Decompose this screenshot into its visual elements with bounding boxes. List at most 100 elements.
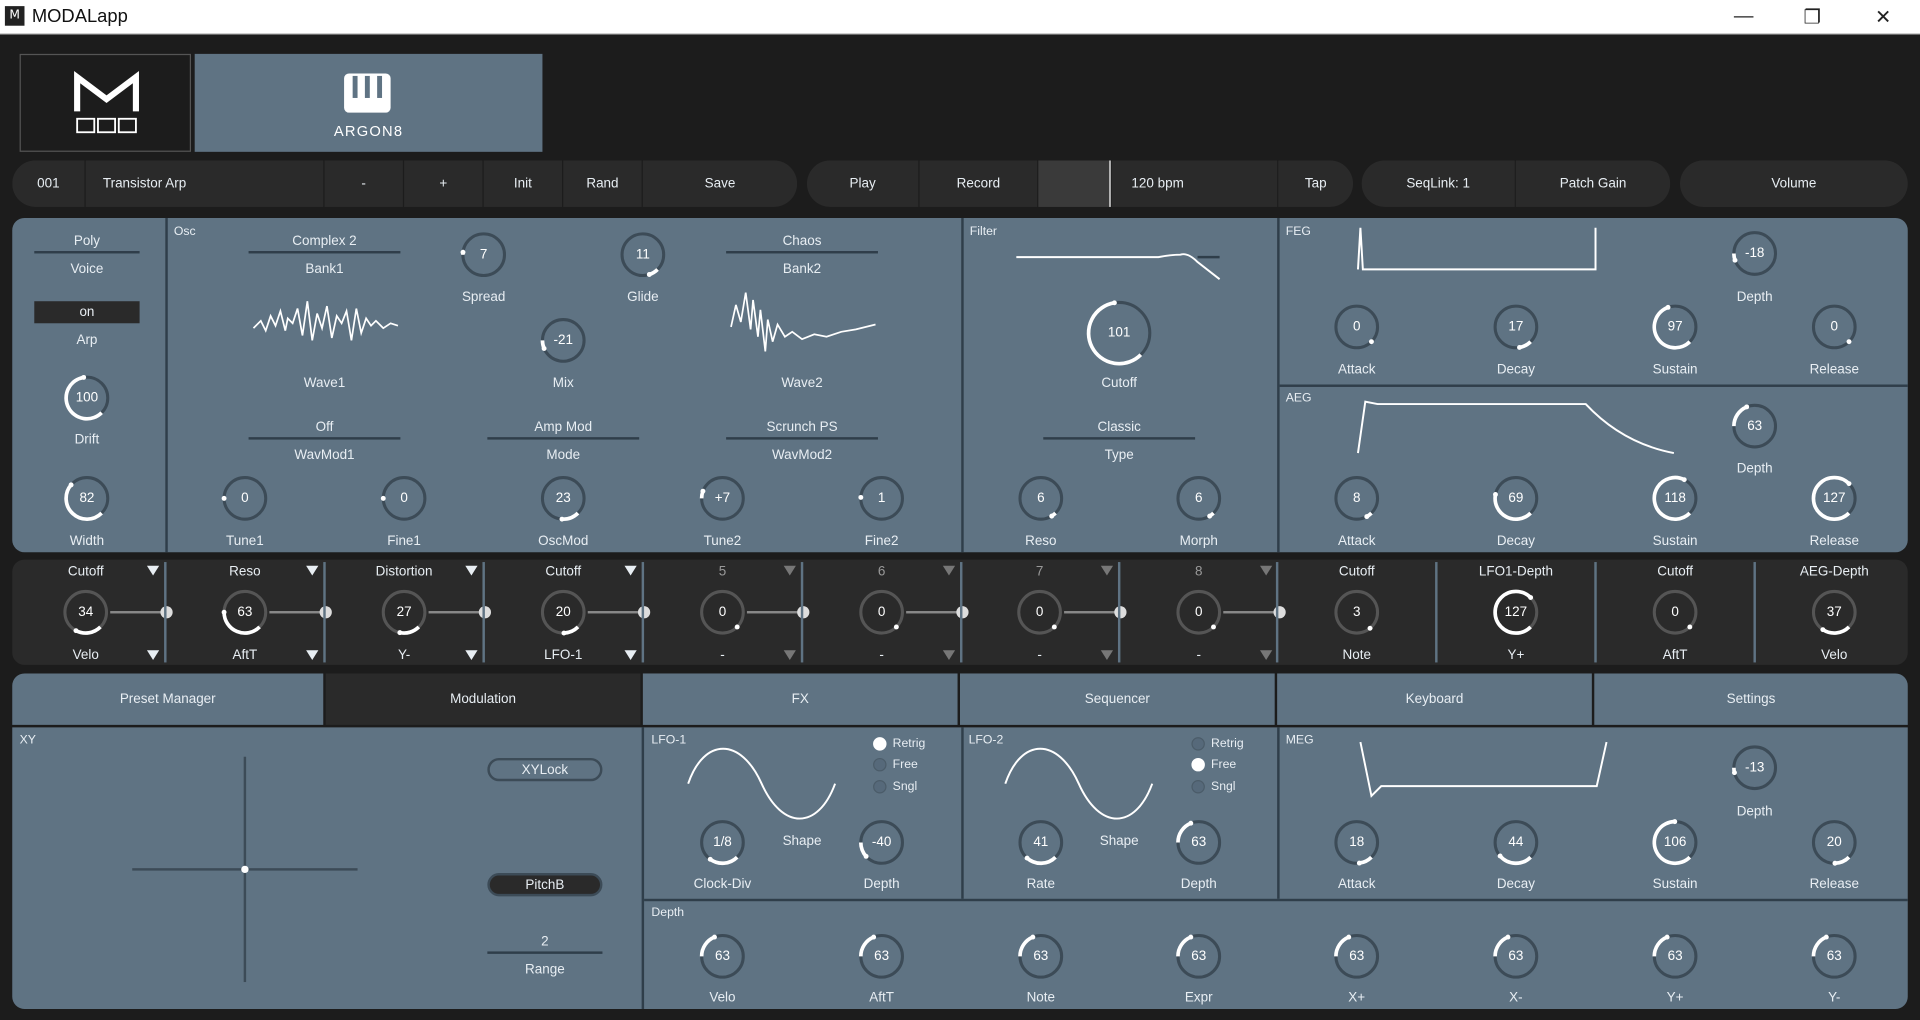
tune2-knob[interactable]: +7	[698, 474, 747, 523]
instrument-tab[interactable]: ARGON8	[194, 53, 543, 152]
mod-slot-1-source[interactable]: Velo	[12, 648, 159, 663]
mod-slot-5-dest-dropdown-icon[interactable]	[783, 565, 796, 576]
tab-settings[interactable]: Settings	[1594, 673, 1908, 725]
wavmod2-selector[interactable]: Scrunch PS	[726, 420, 878, 440]
mod-slot-8-dest[interactable]: 8	[1125, 564, 1272, 579]
depth-6-knob[interactable]: 63	[1491, 932, 1540, 981]
mod-slot-3-amount-knob[interactable]: 27	[380, 588, 429, 637]
mod-slot-2-source-dropdown-icon[interactable]	[306, 650, 319, 661]
lfo2-depth-knob[interactable]: 63	[1174, 818, 1223, 867]
meg-attack-knob[interactable]: 18	[1332, 818, 1381, 867]
wave1-selector[interactable]: Complex 2	[248, 234, 401, 254]
mod-slot-6-dest[interactable]: 6	[808, 564, 955, 579]
restore-icon[interactable]: ❐	[1778, 0, 1847, 34]
mod-slot-7-source-dropdown-icon[interactable]	[1100, 650, 1114, 661]
mod-slot-8-amount-knob[interactable]: 0	[1174, 588, 1223, 637]
depth-5-knob[interactable]: 63	[1332, 932, 1381, 981]
meg-decay-knob[interactable]: 44	[1491, 818, 1540, 867]
lfo1-depth-knob[interactable]: -40	[857, 818, 906, 867]
mod-slot-6-dest-dropdown-icon[interactable]	[942, 565, 956, 576]
fixed-mod-1-amount-knob[interactable]: 3	[1332, 588, 1381, 637]
mod-slot-3-dest[interactable]: Distortion	[331, 564, 478, 579]
drift-knob[interactable]: 100	[62, 373, 111, 422]
depth-1-knob[interactable]: 63	[698, 932, 747, 981]
record-button[interactable]: Record	[919, 160, 1039, 207]
fine2-knob[interactable]: 1	[857, 474, 906, 523]
depth-8-knob[interactable]: 63	[1810, 932, 1859, 981]
spread-knob[interactable]: 7	[459, 230, 508, 279]
depth-2-knob[interactable]: 63	[857, 932, 906, 981]
patch-name[interactable]: Transistor Arp	[85, 160, 325, 207]
aeg-sustain-knob[interactable]: 118	[1651, 474, 1700, 523]
mod-slot-1-source-dropdown-icon[interactable]	[146, 650, 160, 661]
mod-slot-1-amount-knob[interactable]: 34	[61, 588, 110, 637]
lfo1-clockdiv-knob[interactable]: 1/8	[698, 818, 747, 867]
mod-slot-1-dest[interactable]: Cutoff	[12, 564, 159, 579]
filter-type-selector[interactable]: Classic	[1043, 420, 1196, 440]
bpm-display[interactable]: 120 bpm	[1111, 160, 1279, 207]
cutoff-knob[interactable]: 101	[1085, 299, 1154, 368]
mod-slot-1-dest-dropdown-icon[interactable]	[146, 565, 160, 576]
mod-slot-7-dest-dropdown-icon[interactable]	[1100, 565, 1114, 576]
mod-slot-3-source-dropdown-icon[interactable]	[465, 650, 478, 661]
lfo2-sngl-radio[interactable]: Sngl	[1191, 780, 1236, 794]
xylock-button[interactable]: XYLock	[487, 757, 603, 782]
meg-depth-knob[interactable]: -13	[1730, 743, 1779, 792]
mod-slot-5-source-dropdown-icon[interactable]	[783, 650, 796, 661]
next-patch-button[interactable]: +	[404, 160, 484, 207]
feg-release-knob[interactable]: 0	[1810, 302, 1859, 351]
mod-slot-4-source[interactable]: LFO-1	[490, 648, 637, 663]
lfo1-free-radio[interactable]: Free	[873, 757, 918, 772]
mod-slot-5-amount-knob[interactable]: 0	[698, 588, 747, 637]
morph-knob[interactable]: 6	[1174, 474, 1223, 523]
arp-toggle[interactable]: on	[34, 301, 140, 324]
tab-sequencer[interactable]: Sequencer	[960, 673, 1275, 725]
mix-knob[interactable]: -21	[539, 316, 588, 365]
pitchb-button[interactable]: PitchB	[487, 873, 603, 897]
tempo-slider[interactable]	[1038, 160, 1112, 207]
lfo2-rate-knob[interactable]: 41	[1016, 818, 1065, 867]
mod-slot-2-dest[interactable]: Reso	[171, 564, 318, 579]
aeg-depth-knob[interactable]: 63	[1730, 402, 1779, 451]
lfo1-sngl-radio[interactable]: Sngl	[873, 780, 917, 794]
meg-release-knob[interactable]: 20	[1810, 818, 1859, 867]
depth-3-knob[interactable]: 63	[1016, 932, 1065, 981]
mode-selector[interactable]: Amp Mod	[487, 420, 640, 440]
xy-pad[interactable]	[132, 756, 358, 983]
feg-attack-knob[interactable]: 0	[1332, 302, 1381, 351]
aeg-decay-knob[interactable]: 69	[1491, 474, 1540, 523]
depth-4-knob[interactable]: 63	[1174, 932, 1223, 981]
mod-slot-4-dest-dropdown-icon[interactable]	[624, 565, 637, 576]
mod-slot-3-source[interactable]: Y-	[331, 648, 478, 663]
aeg-attack-knob[interactable]: 8	[1332, 474, 1381, 523]
mod-slot-2-amount-knob[interactable]: 63	[220, 588, 269, 637]
mod-slot-7-amount-knob[interactable]: 0	[1015, 588, 1064, 637]
tab-keyboard[interactable]: Keyboard	[1277, 673, 1592, 725]
feg-sustain-knob[interactable]: 97	[1651, 302, 1700, 351]
lfo2-retrig-radio[interactable]: Retrig	[1191, 737, 1244, 751]
mod-slot-6-amount-knob[interactable]: 0	[857, 588, 906, 637]
xy-cursor[interactable]	[241, 865, 249, 874]
mod-slot-5-source[interactable]: -	[649, 648, 796, 663]
mod-slot-6-source-dropdown-icon[interactable]	[942, 650, 956, 661]
save-button[interactable]: Save	[642, 160, 798, 207]
fixed-mod-4-amount-knob[interactable]: 37	[1810, 588, 1859, 637]
feg-depth-knob[interactable]: -18	[1730, 229, 1779, 278]
mod-slot-8-source-dropdown-icon[interactable]	[1260, 650, 1273, 661]
patch-number[interactable]: 001	[12, 160, 86, 207]
aeg-release-knob[interactable]: 127	[1810, 474, 1859, 523]
play-button[interactable]: Play	[806, 160, 920, 207]
mod-slot-2-source[interactable]: AftT	[171, 648, 318, 663]
mod-slot-3-dest-dropdown-icon[interactable]	[465, 565, 478, 576]
fixed-mod-3-amount-knob[interactable]: 0	[1651, 588, 1700, 637]
mod-slot-8-source[interactable]: -	[1125, 648, 1272, 663]
rand-button[interactable]: Rand	[563, 160, 643, 207]
mod-slot-7-dest[interactable]: 7	[966, 564, 1113, 579]
seqlink-button[interactable]: SeqLink: 1	[1361, 160, 1516, 207]
reso-knob[interactable]: 6	[1016, 474, 1065, 523]
mod-slot-7-source[interactable]: -	[966, 648, 1113, 663]
minimize-icon[interactable]: —	[1709, 0, 1778, 34]
close-icon[interactable]: ✕	[1849, 0, 1918, 34]
mod-slot-4-amount-knob[interactable]: 20	[539, 588, 588, 637]
wavmod1-selector[interactable]: Off	[248, 420, 401, 440]
